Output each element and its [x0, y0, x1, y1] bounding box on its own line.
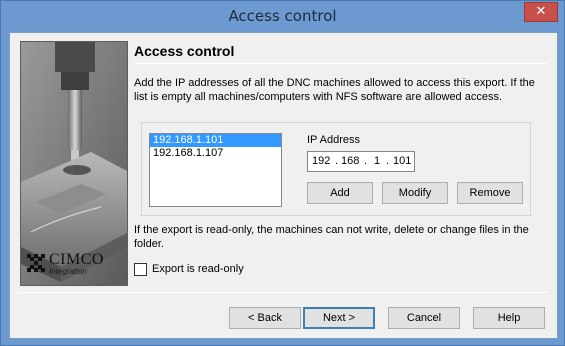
list-item[interactable]: 192.168.1.107 [150, 147, 281, 160]
footer-divider [18, 292, 548, 293]
help-button[interactable]: Help [473, 307, 545, 329]
ip-octet-1[interactable]: 192 [312, 155, 330, 167]
readonly-checkbox[interactable] [134, 263, 147, 276]
dialog-client-area: CIMCO Integration Access control Add the… [9, 32, 558, 339]
window-title: Access control [228, 7, 337, 25]
ip-octet-2[interactable]: 168 [341, 155, 359, 167]
ip-address-field[interactable]: 192 . 168 . 1 . 101 [307, 151, 415, 172]
back-button[interactable]: < Back [229, 307, 301, 329]
ip-separator: . [386, 155, 390, 167]
add-button[interactable]: Add [307, 182, 373, 204]
modify-button[interactable]: Modify [382, 182, 448, 204]
cimco-logo: CIMCO Integration [25, 251, 123, 279]
readonly-checkbox-label[interactable]: Export is read-only [152, 263, 244, 275]
ip-address-list[interactable]: 192.168.1.101 192.168.1.107 [149, 133, 282, 207]
logo-subtitle: Integration [49, 267, 87, 276]
machining-illustration [21, 42, 127, 285]
remove-button[interactable]: Remove [457, 182, 523, 204]
title-bar[interactable]: Access control ✕ [1, 1, 564, 31]
page-heading: Access control [134, 43, 235, 59]
ip-address-group: 192.168.1.101 192.168.1.107 IP Address 1… [141, 122, 531, 216]
cimco-logo-mark-icon [27, 254, 45, 272]
dialog-window: Access control ✕ CIMCO Integration Acces… [0, 0, 565, 346]
readonly-note: If the export is read-only, the machines… [134, 224, 529, 250]
list-item[interactable]: 192.168.1.101 [150, 134, 281, 147]
heading-divider [134, 63, 547, 64]
ip-separator: . [335, 155, 339, 167]
ip-octet-4[interactable]: 101 [393, 155, 411, 167]
ip-address-label: IP Address [307, 134, 360, 146]
page-description: Add the IP addresses of all the DNC mach… [134, 77, 535, 103]
ip-separator: . [364, 155, 368, 167]
next-button[interactable]: Next > [303, 307, 375, 329]
ip-octet-3[interactable]: 1 [374, 155, 380, 167]
close-icon: ✕ [535, 4, 547, 19]
close-button[interactable]: ✕ [524, 2, 558, 22]
wizard-side-image: CIMCO Integration [20, 41, 128, 286]
cancel-button[interactable]: Cancel [388, 307, 460, 329]
